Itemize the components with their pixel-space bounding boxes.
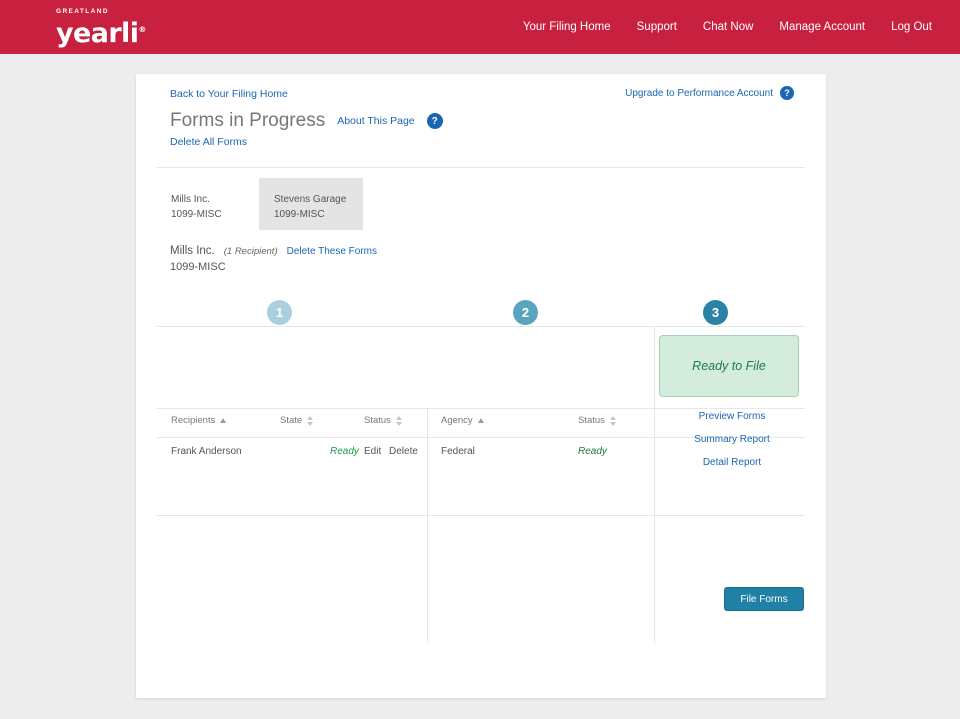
grid-divider [157, 515, 805, 516]
site-header: GREATLAND yearli® Your Filing Home Suppo… [0, 0, 960, 54]
payer-tab-form-type: 1099-MISC [274, 207, 363, 222]
column-header-status-agency[interactable]: Status [578, 415, 616, 426]
recipient-count: (1 Recipient) [224, 246, 278, 257]
file-forms-button[interactable]: File Forms [724, 587, 804, 611]
column-header-label: Status [578, 415, 605, 426]
delete-recipient-link[interactable]: Delete [389, 446, 418, 457]
payer-tab-mills-inc[interactable]: Mills Inc. 1099-MISC [157, 178, 260, 230]
delete-these-forms-link[interactable]: Delete These Forms [287, 246, 377, 257]
summary-report-link[interactable]: Summary Report [694, 434, 770, 445]
payer-tab-name: Stevens Garage [274, 192, 363, 207]
forms-grid: Ready to File Recipients State Status Ag… [157, 326, 805, 643]
report-actions: Preview Forms Summary Report Detail Repo… [659, 411, 805, 468]
header-divider [157, 167, 805, 168]
column-header-label: Recipients [171, 415, 215, 426]
sort-both-icon [396, 416, 402, 426]
grid-divider [427, 408, 428, 643]
upgrade-to-performance-account-link[interactable]: Upgrade to Performance Account [625, 88, 773, 99]
payer-tabs: Mills Inc. 1099-MISC Stevens Garage 1099… [157, 178, 363, 230]
column-header-label: Agency [441, 415, 473, 426]
column-header-label: State [280, 415, 302, 426]
column-header-state[interactable]: State [280, 415, 313, 426]
cell-recipient-name: Frank Anderson [171, 446, 242, 457]
payer-name: Mills Inc. [170, 245, 215, 257]
sort-both-icon [307, 416, 313, 426]
column-header-agency[interactable]: Agency [441, 415, 484, 426]
payer-summary: Mills Inc. (1 Recipient) Delete These Fo… [170, 245, 377, 257]
cell-recipient-status: Ready [330, 446, 359, 457]
grid-divider [654, 326, 655, 643]
status-badge-label: Ready to File [692, 359, 766, 373]
edit-recipient-link[interactable]: Edit [364, 446, 381, 457]
step-indicator-2[interactable]: 2 [513, 300, 538, 325]
payer-tab-stevens-garage[interactable]: Stevens Garage 1099-MISC [260, 178, 363, 230]
logo-yearli-text: yearli® [56, 16, 146, 47]
nav-item-manage-account[interactable]: Manage Account [779, 20, 865, 34]
grid-divider [157, 326, 805, 327]
nav-item-your-filing-home[interactable]: Your Filing Home [523, 20, 611, 34]
help-icon[interactable]: ? [780, 86, 794, 100]
primary-navigation: Your Filing Home Support Chat Now Manage… [523, 20, 932, 34]
status-badge: Ready to File [659, 335, 799, 397]
help-icon[interactable]: ? [427, 113, 443, 129]
payer-tab-form-type: 1099-MISC [171, 207, 259, 222]
logo-greatland-text: GREATLAND [56, 8, 146, 16]
nav-item-support[interactable]: Support [637, 20, 677, 34]
column-header-label: Status [364, 415, 391, 426]
nav-item-log-out[interactable]: Log Out [891, 20, 932, 34]
sort-ascending-icon [220, 418, 226, 423]
payer-form-type: 1099-MISC [170, 261, 226, 273]
column-header-status-recipient[interactable]: Status [364, 415, 402, 426]
column-header-recipients[interactable]: Recipients [171, 415, 226, 426]
payer-tab-name: Mills Inc. [171, 192, 259, 207]
page-title-group: Forms in Progress About This Page ? [170, 110, 443, 132]
yearli-logo[interactable]: GREATLAND yearli® [56, 8, 146, 47]
logo-trademark: ® [138, 25, 146, 34]
delete-all-forms-link[interactable]: Delete All Forms [170, 136, 247, 148]
cell-agency-name: Federal [441, 446, 475, 457]
sort-ascending-icon [478, 418, 484, 423]
workflow-steps: 1 2 3 [157, 300, 805, 326]
nav-item-chat-now[interactable]: Chat Now [703, 20, 754, 34]
upgrade-account-group: Upgrade to Performance Account ? [625, 86, 794, 100]
main-content-card: Back to Your Filing Home Upgrade to Perf… [136, 74, 826, 698]
step-indicator-1[interactable]: 1 [267, 300, 292, 325]
step-indicator-3[interactable]: 3 [703, 300, 728, 325]
page-title: Forms in Progress [170, 110, 325, 132]
detail-report-link[interactable]: Detail Report [703, 457, 761, 468]
about-this-page-link[interactable]: About This Page [337, 115, 414, 127]
cell-agency-status: Ready [578, 446, 607, 457]
back-to-filing-home-link[interactable]: Back to Your Filing Home [170, 88, 288, 100]
sort-both-icon [610, 416, 616, 426]
preview-forms-link[interactable]: Preview Forms [699, 411, 766, 422]
